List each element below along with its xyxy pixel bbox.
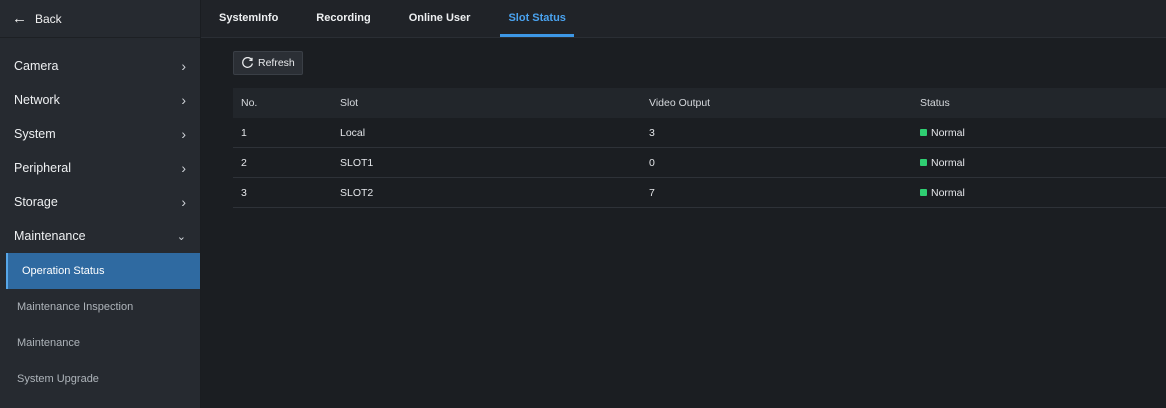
sidebar-item-label: System — [14, 127, 56, 141]
app-window: ← Back Camera › Network › System › Perip… — [0, 0, 1166, 408]
sidebar-subitem-operation-status[interactable]: Operation Status — [6, 253, 200, 289]
cell-video-output: 7 — [649, 186, 655, 199]
sidebar-subitem-maintenance[interactable]: Maintenance — [0, 325, 200, 361]
chevron-right-icon: › — [181, 194, 186, 210]
cell-status: Normal — [912, 157, 1166, 169]
sidebar-item-storage[interactable]: Storage › — [0, 185, 200, 219]
tab-slot-status[interactable]: Slot Status — [500, 0, 575, 37]
table-row[interactable]: 3 SLOT2 7 Normal — [233, 178, 1166, 208]
table-row[interactable]: 1 Local 3 Normal — [233, 118, 1166, 148]
cell-no: 1 — [241, 126, 247, 139]
chevron-right-icon: › — [181, 58, 186, 74]
sidebar-item-system[interactable]: System › — [0, 117, 200, 151]
sidebar-item-camera[interactable]: Camera › — [0, 49, 200, 83]
sidebar: ← Back Camera › Network › System › Perip… — [0, 0, 201, 408]
sidebar-item-network[interactable]: Network › — [0, 83, 200, 117]
cell-no: 3 — [241, 186, 247, 199]
sidebar-subitem-system-upgrade[interactable]: System Upgrade — [0, 361, 200, 397]
refresh-label: Refresh — [258, 57, 295, 69]
tab-recording[interactable]: Recording — [312, 0, 374, 37]
table-row[interactable]: 2 SLOT1 0 Normal — [233, 148, 1166, 178]
status-indicator-icon — [920, 189, 927, 196]
column-header-status: Status — [920, 97, 950, 109]
refresh-button[interactable]: Refresh — [233, 51, 303, 75]
sidebar-item-label: Peripheral — [14, 161, 71, 175]
sidebar-subitem-maintenance-inspection[interactable]: Maintenance Inspection — [0, 289, 200, 325]
sidebar-item-maintenance[interactable]: Maintenance ⌄ — [0, 219, 200, 253]
chevron-right-icon: › — [181, 160, 186, 176]
cell-slot: SLOT2 — [340, 186, 374, 199]
refresh-icon — [242, 56, 254, 68]
column-header-slot: Slot — [340, 97, 359, 109]
chevron-right-icon: › — [181, 92, 186, 108]
cell-status: Normal — [912, 187, 1166, 199]
sidebar-item-label: Storage — [14, 195, 58, 209]
cell-video-output: 3 — [649, 126, 655, 139]
back-label: Back — [35, 11, 62, 26]
status-text: Normal — [931, 156, 965, 169]
chevron-down-icon: ⌄ — [176, 230, 186, 243]
tab-systeminfo[interactable]: SystemInfo — [215, 0, 282, 37]
chevron-right-icon: › — [181, 126, 186, 142]
slot-status-table: No. Slot Video Output Status 1 Local 3 N… — [233, 88, 1166, 208]
cell-video-output: 0 — [649, 156, 655, 169]
column-header-no: No. — [241, 97, 258, 109]
sidebar-subitem-label: Maintenance Inspection — [17, 301, 134, 313]
cell-slot: SLOT1 — [340, 156, 374, 169]
status-text: Normal — [931, 126, 965, 139]
back-arrow-icon: ← — [12, 10, 27, 27]
status-indicator-icon — [920, 159, 927, 166]
sidebar-subitem-label: System Upgrade — [17, 373, 99, 385]
sidebar-item-label: Network — [14, 93, 60, 107]
cell-status: Normal — [912, 127, 1166, 139]
cell-slot: Local — [340, 126, 366, 139]
sidebar-menu: Camera › Network › System › Peripheral ›… — [0, 38, 200, 397]
sidebar-item-label: Maintenance — [14, 229, 86, 243]
sidebar-item-label: Camera — [14, 59, 59, 73]
cell-no: 2 — [241, 156, 247, 169]
main-content: Refresh No. Slot Video Output Status 1 L… — [201, 38, 1166, 408]
status-text: Normal — [931, 186, 965, 199]
tab-bar: SystemInfo Recording Online User Slot St… — [201, 0, 1166, 38]
back-button[interactable]: ← Back — [0, 0, 200, 38]
tab-online-user[interactable]: Online User — [405, 0, 475, 37]
table-header: No. Slot Video Output Status — [233, 88, 1166, 118]
sidebar-subitem-label: Operation Status — [22, 265, 105, 277]
sidebar-item-peripheral[interactable]: Peripheral › — [0, 151, 200, 185]
status-indicator-icon — [920, 129, 927, 136]
column-header-video-output: Video Output — [649, 97, 711, 109]
sidebar-subitem-label: Maintenance — [17, 337, 80, 349]
